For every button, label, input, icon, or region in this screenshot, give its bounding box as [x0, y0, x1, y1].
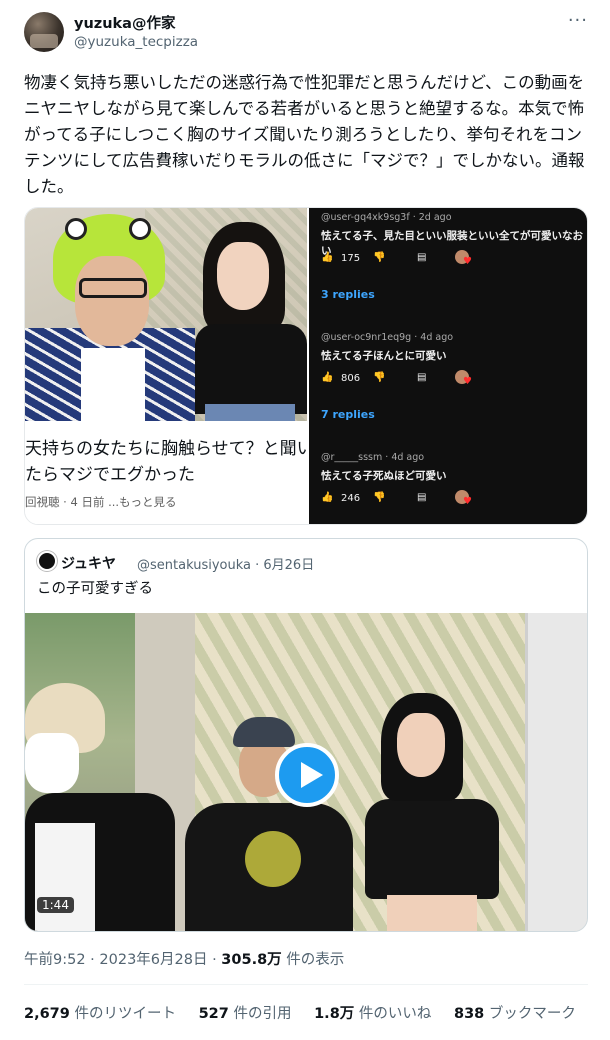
comment-text: 怯えてる子ほんとに可愛い [321, 350, 447, 362]
reply-icon: ▤ [417, 372, 427, 383]
bookmarks-label: ブックマーク [484, 1006, 576, 1022]
comment-like-count: 806 [341, 373, 361, 384]
reply-icon: ▤ [417, 252, 427, 263]
tweet-stats: 2,679 件のリツイート 527 件の引用 1.8万 件のいいね 838 ブッ… [24, 1002, 594, 1023]
quoted-tweet[interactable]: ジュキヤ @sentakusiyouka · 6月26日 この子可愛すぎる 1:… [24, 538, 588, 932]
thumbs-down-icon: 👎 [373, 252, 386, 263]
reply-icon: ▤ [417, 492, 427, 503]
likes-count: 1.8万 [314, 1006, 355, 1022]
thumbs-up-icon: 👍 [321, 252, 334, 263]
likes-label: 件のいいね [354, 1006, 432, 1022]
more-options-icon[interactable]: ··· [568, 10, 588, 31]
comment-replies-link: 3 replies [321, 288, 375, 301]
bookmarks-count: 838 [454, 1006, 485, 1022]
video-meta: 回視聴 · 4 日前 ...もっと見る [25, 495, 177, 509]
retweets-count: 2,679 [24, 1006, 70, 1022]
play-button-icon[interactable] [275, 743, 339, 807]
comment-like-count: 175 [341, 253, 361, 264]
comment-actions: 👍 246 👎 ▤ ♥ [321, 490, 583, 508]
quote-text: この子可愛すぎる [37, 581, 153, 597]
creator-heart-icon: ♥ [455, 250, 473, 268]
tweet-timestamp[interactable]: 午前9:52 · 2023年6月28日 · 305.8万 件の表示 [24, 948, 344, 969]
quote-author-name: ジュキヤ [61, 556, 117, 572]
tweet-time-date[interactable]: 午前9:52 · 2023年6月28日 · [24, 952, 221, 968]
video-caption-line1: 天持ちの女たちに胸触らせて？と聞い [25, 439, 307, 459]
media-image-right[interactable]: @user-gq4xk9sg3f · 2d ago 怯えてる子、見た目といい服装… [309, 208, 587, 524]
comment-item: @r_____sssm · 4d ago 怯えてる子死ぬほど可愛い [321, 452, 583, 483]
quotes-count: 527 [198, 1006, 229, 1022]
view-count: 305.8万 [221, 952, 282, 968]
quotes-stat[interactable]: 527 件の引用 [199, 1002, 292, 1023]
video-caption-line2: たらマジでエグかった [25, 465, 195, 485]
creator-heart-icon: ♥ [455, 370, 473, 388]
thumbs-up-icon: 👍 [321, 492, 334, 503]
quote-author-handle-date: @sentakusiyouka · 6月26日 [137, 558, 315, 573]
comment-user: @user-oc9nr1eq9g · 4d ago [321, 332, 454, 343]
creator-heart-icon: ♥ [455, 490, 473, 508]
quote-author-avatar [37, 551, 57, 571]
comment-text: 怯えてる子死ぬほど可愛い [321, 470, 447, 482]
video-thumbnail [25, 208, 307, 421]
retweets-stat[interactable]: 2,679 件のリツイート [24, 1002, 176, 1023]
comment-user: @r_____sssm · 4d ago [321, 452, 425, 463]
video-duration: 1:44 [37, 897, 74, 913]
view-count-label: 件の表示 [281, 952, 345, 968]
quotes-label: 件の引用 [228, 1006, 292, 1022]
author-name[interactable]: yuzuka@作家 [74, 12, 175, 33]
thumbs-down-icon: 👎 [373, 372, 386, 383]
bookmarks-stat[interactable]: 838 ブックマーク [454, 1002, 576, 1023]
comment-like-count: 246 [341, 493, 361, 504]
thumbs-up-icon: 👍 [321, 372, 334, 383]
divider [24, 984, 588, 985]
comment-item: @user-oc9nr1eq9g · 4d ago 怯えてる子ほんとに可愛い [321, 332, 583, 363]
likes-stat[interactable]: 1.8万 件のいいね [314, 1002, 431, 1023]
author-handle[interactable]: @yuzuka_tecpizza [74, 34, 198, 50]
media-image-left[interactable]: 天持ちの女たちに胸触らせて？と聞い たらマジでエグかった 回視聴 · 4 日前 … [25, 208, 307, 524]
comment-actions: 👍 806 👎 ▤ ♥ [321, 370, 583, 388]
comment-replies-link: 7 replies [321, 408, 375, 421]
tweet-media[interactable]: 天持ちの女たちに胸触らせて？と聞い たらマジでエグかった 回視聴 · 4 日前 … [24, 207, 588, 525]
retweets-label: 件のリツイート [69, 1006, 176, 1022]
quote-video[interactable]: 1:44 [25, 613, 587, 931]
comment-user: @user-gq4xk9sg3f · 2d ago [321, 212, 452, 223]
author-avatar[interactable] [24, 12, 64, 52]
tweet-text: 物凄く気持ち悪いしただの迷惑行為で性犯罪だと思うんだけど、この動画をニヤニヤしな… [24, 73, 585, 196]
thumbs-down-icon: 👎 [373, 492, 386, 503]
comment-actions: 👍 175 👎 ▤ ♥ [321, 250, 583, 268]
